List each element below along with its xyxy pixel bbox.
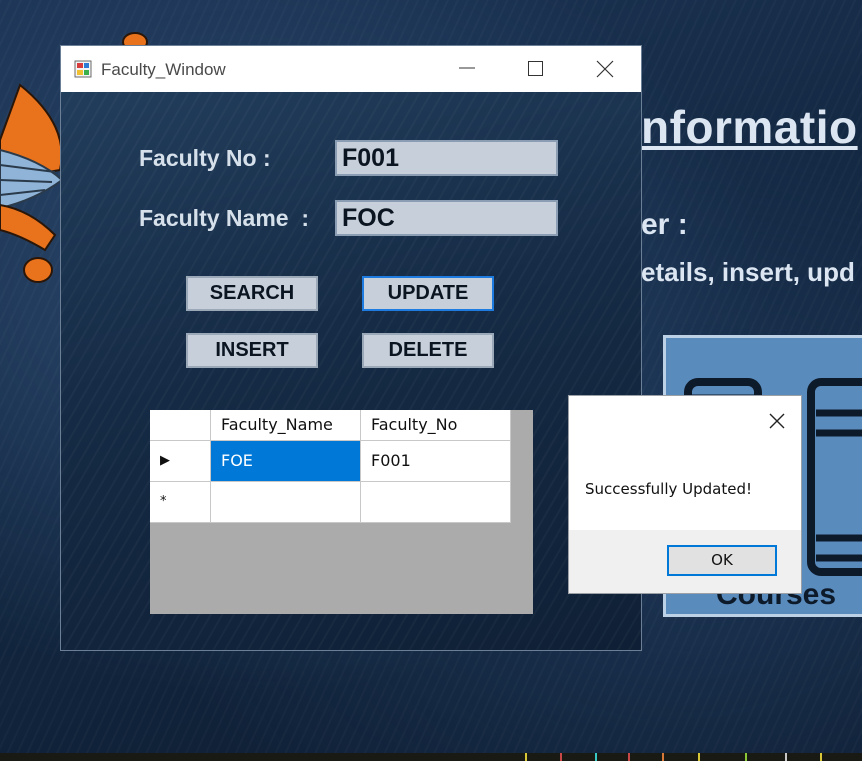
dialog-close-icon	[769, 413, 785, 429]
window-title: Faculty_Window	[101, 60, 226, 79]
taskbar-marker	[560, 753, 562, 761]
faculty-no-input[interactable]	[335, 140, 558, 176]
taskbar-marker	[785, 753, 787, 761]
faculty-name-input[interactable]	[335, 200, 558, 236]
grid-cell-faculty-name[interactable]	[211, 482, 361, 523]
background-heading: nformatio	[641, 101, 858, 153]
row-pointer-icon: ▶	[160, 453, 170, 468]
grid-corner-header[interactable]	[150, 410, 211, 441]
grid-cell-faculty-no[interactable]	[361, 482, 511, 523]
taskbar-marker	[662, 753, 664, 761]
background-text-line: er :	[641, 208, 688, 241]
taskbar-marker	[595, 753, 597, 761]
faculty-window: Faculty_Window Faculty No : Faculty Name…	[60, 45, 642, 651]
taskbar-marker	[698, 753, 700, 761]
row-header[interactable]: ▶	[150, 441, 211, 482]
message-text: Successfully Updated!	[585, 480, 753, 498]
close-button[interactable]	[581, 46, 627, 92]
insert-button[interactable]: INSERT	[186, 333, 318, 368]
close-icon	[596, 60, 614, 78]
taskbar	[0, 753, 862, 761]
app-form-icon	[74, 60, 92, 78]
taskbar-marker	[628, 753, 630, 761]
message-box: Successfully Updated! OK	[568, 395, 802, 594]
update-button[interactable]: UPDATE	[362, 276, 494, 311]
row-header[interactable]: *	[150, 482, 211, 523]
grid-cell-faculty-no[interactable]: F001	[361, 441, 511, 482]
column-header-faculty-no[interactable]: Faculty_No	[361, 410, 511, 441]
new-row-icon: *	[160, 494, 167, 509]
faculty-no-label: Faculty No :	[139, 145, 271, 171]
message-footer: OK	[569, 530, 801, 593]
search-button[interactable]: SEARCH	[186, 276, 318, 311]
window-titlebar[interactable]: Faculty_Window	[61, 46, 641, 92]
dialog-close-button[interactable]	[755, 399, 799, 439]
maximize-icon	[528, 61, 543, 76]
background-text-line: etails, insert, upd	[641, 257, 855, 287]
taskbar-marker	[820, 753, 822, 761]
taskbar-marker	[525, 753, 527, 761]
column-header-faculty-name[interactable]: Faculty_Name	[211, 410, 361, 441]
minimize-icon	[459, 67, 475, 69]
minimize-button[interactable]	[445, 46, 491, 92]
taskbar-marker	[745, 753, 747, 761]
faculty-name-label: Faculty Name :	[139, 205, 309, 231]
ok-button[interactable]: OK	[667, 545, 777, 576]
maximize-button[interactable]	[513, 46, 559, 92]
grid-cell-faculty-name[interactable]: FOE	[211, 441, 361, 482]
delete-button[interactable]: DELETE	[362, 333, 494, 368]
faculty-data-grid[interactable]: Faculty_Name Faculty_No ▶ FOE F001 *	[150, 410, 533, 614]
